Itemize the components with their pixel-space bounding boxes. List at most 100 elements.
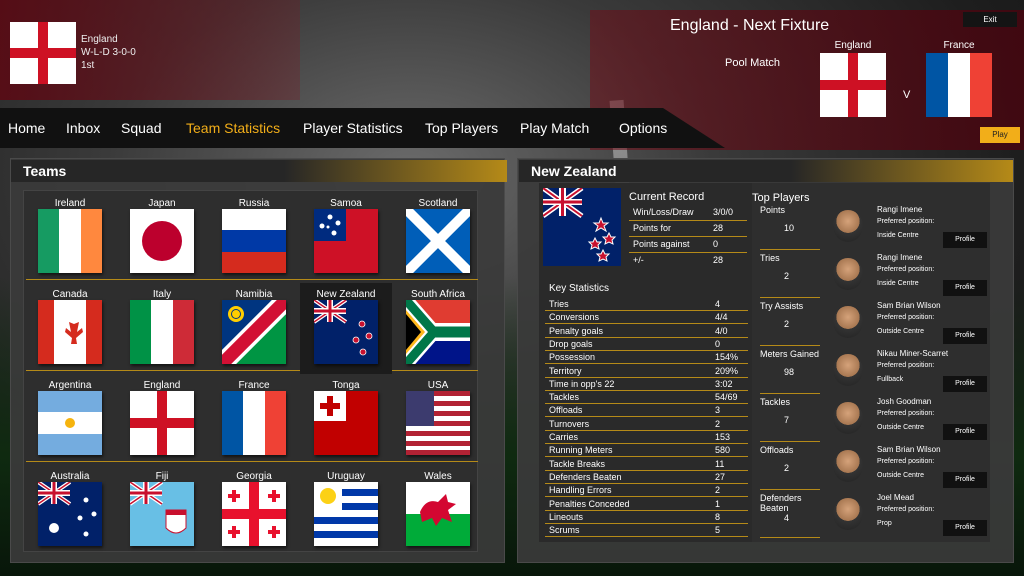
key-stat-value: 11 (715, 458, 725, 469)
team-record: W-L-D 3-0-0 (81, 47, 136, 58)
nav-options[interactable]: Options (619, 120, 667, 136)
row-divider (760, 489, 820, 490)
row-divider (545, 389, 748, 391)
key-stat-label: Conversions (549, 312, 600, 323)
team-cell-usa[interactable]: USA (392, 374, 484, 465)
team-cell-australia[interactable]: Australia (24, 465, 116, 556)
row-divider (545, 443, 748, 444)
top-stat-label: Meters Gained (760, 349, 820, 359)
team-name: Argentina (48, 380, 92, 391)
team-cell-georgia[interactable]: Georgia (208, 465, 300, 556)
team-name: Canada (52, 289, 88, 300)
team-name: Australia (50, 471, 90, 482)
record-label: +/- (633, 255, 644, 265)
team-cell-uruguay[interactable]: Uruguay (300, 465, 392, 556)
team-cell-argentina[interactable]: Argentina (24, 374, 116, 465)
row-divider (545, 482, 748, 484)
profile-button[interactable]: Profile (943, 232, 987, 248)
key-stat-value: 2 (715, 418, 721, 429)
key-stat-value: 0 (715, 338, 721, 349)
row-divider (760, 393, 820, 394)
play-button[interactable]: Play (980, 127, 1020, 143)
georgia-flag-icon (222, 482, 286, 546)
profile-button[interactable]: Profile (943, 280, 987, 296)
key-stat-label: Tackle Breaks (549, 458, 606, 469)
italy-flag-icon (130, 300, 194, 364)
team-cell-samoa[interactable]: Samoa (300, 192, 392, 283)
top-stat-label: Tackles (760, 397, 791, 407)
team-cell-russia[interactable]: Russia (208, 192, 300, 283)
profile-button[interactable]: Profile (943, 520, 987, 536)
player-name: Josh Goodman (877, 397, 932, 406)
team-summary: England W-L-D 3-0-0 1st (81, 33, 136, 72)
team-name: Fiji (155, 471, 169, 482)
nav-team-statistics[interactable]: Team Statistics (186, 120, 280, 136)
key-stat-label: Time in opp's 22 (549, 378, 615, 389)
player-position: Fullback (877, 376, 904, 383)
nav-player-statistics[interactable]: Player Statistics (303, 120, 403, 136)
france-flag-icon (926, 53, 992, 117)
profile-button[interactable]: Profile (943, 424, 987, 440)
team-cell-tonga[interactable]: Tonga (300, 374, 392, 465)
row-divider (760, 297, 820, 298)
team-cell-south-africa[interactable]: South Africa (392, 283, 484, 374)
teams-panel-title: Teams (11, 160, 507, 182)
team-name: New Zealand (316, 289, 376, 300)
team-name: Russia (238, 198, 270, 209)
row-divider (629, 236, 747, 237)
player-avatar (833, 258, 863, 290)
player-name: Sam Brian Wilson (877, 301, 941, 310)
top-stat-value: 98 (784, 367, 795, 377)
team-cell-ireland[interactable]: Ireland (24, 192, 116, 283)
team-name: Ireland (54, 198, 86, 209)
key-stat-label: Territory (549, 365, 582, 376)
team-cell-fiji[interactable]: Fiji (116, 465, 208, 556)
exit-button[interactable]: Exit (963, 12, 1017, 27)
key-stat-value: 4 (715, 299, 721, 309)
team-name: Japan (148, 198, 176, 209)
nav-home[interactable]: Home (8, 120, 45, 136)
nav-top-players[interactable]: Top Players (425, 120, 498, 136)
team-cell-scotland[interactable]: Scotland (392, 192, 484, 283)
row-divider (760, 441, 820, 442)
record-value: 0 (713, 239, 719, 249)
nav-inbox[interactable]: Inbox (66, 120, 100, 136)
team-name: France (238, 380, 270, 391)
team-cell-italy[interactable]: Italy (116, 283, 208, 374)
top-stat-value: 2 (784, 271, 790, 281)
team-header (0, 0, 300, 100)
nav-play-match[interactable]: Play Match (520, 120, 589, 136)
team-cell-japan[interactable]: Japan (116, 192, 208, 283)
team-cell-new-zealand[interactable]: New Zealand (300, 283, 392, 374)
england-flag-icon (130, 391, 194, 455)
top-stat-value: 4 (784, 513, 790, 523)
profile-button[interactable]: Profile (943, 376, 987, 392)
top-stat-value: 2 (784, 463, 790, 473)
player-position: Outside Centre (877, 424, 925, 431)
profile-button[interactable]: Profile (943, 328, 987, 344)
top-stat-value: 10 (784, 223, 795, 233)
key-stat-value: 153 (715, 432, 731, 442)
key-stat-value: 1 (715, 498, 721, 509)
england-flag-icon (820, 53, 886, 117)
player-avatar (833, 210, 863, 242)
team-cell-france[interactable]: France (208, 374, 300, 465)
preferred-position-label: Preferred position: (877, 218, 935, 225)
team-cell-england[interactable]: England (116, 374, 208, 465)
row-divider (629, 252, 747, 253)
team-cell-wales[interactable]: Wales (392, 465, 484, 556)
player-avatar (833, 306, 863, 338)
key-stat-label: Running Meters (549, 445, 613, 456)
player-position: Prop (877, 520, 892, 527)
team-cell-canada[interactable]: Canada (24, 283, 116, 374)
preferred-position-label: Preferred position: (877, 266, 935, 273)
profile-button[interactable]: Profile (943, 472, 987, 488)
row-divider (545, 363, 748, 365)
key-stat-value: 5 (715, 525, 721, 536)
team-cell-namibia[interactable]: Namibia (208, 283, 300, 374)
row-divider (545, 403, 748, 405)
samoa-flag-icon (314, 209, 378, 273)
nav-squad[interactable]: Squad (121, 120, 161, 136)
team-name: Samoa (330, 198, 362, 209)
key-stat-value: 209% (715, 365, 739, 376)
